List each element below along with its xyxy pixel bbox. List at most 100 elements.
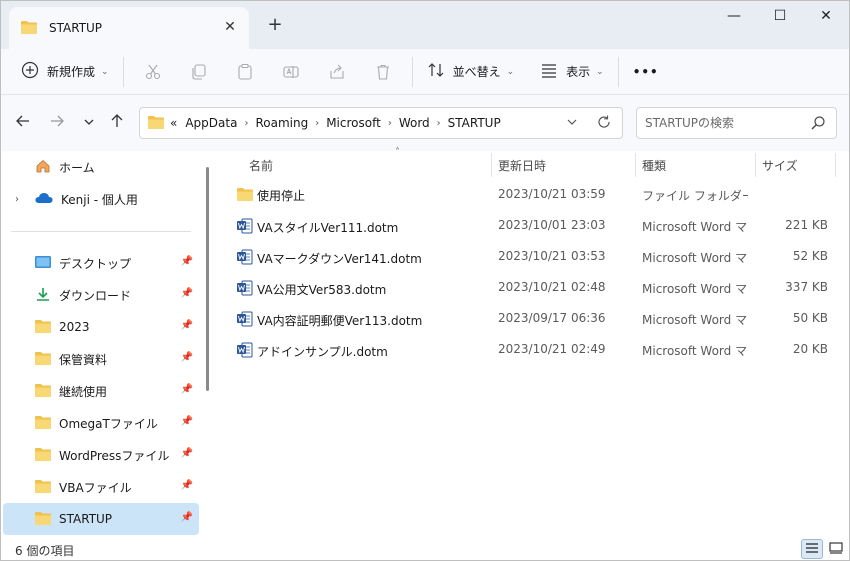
minimize-button[interactable]: —	[711, 1, 757, 33]
forward-button[interactable]	[45, 111, 69, 135]
breadcrumb-startup[interactable]: STARTUP	[448, 116, 501, 130]
sidebar-item-continued[interactable]: 継続使用 📌	[3, 375, 199, 407]
column-header-type[interactable]: 種類	[642, 151, 752, 179]
folder-icon	[35, 351, 51, 368]
view-list-icon	[540, 61, 558, 82]
address-bar[interactable]: « AppData › Roaming › Microsoft › Word ›…	[139, 107, 623, 139]
cut-icon[interactable]	[138, 57, 168, 87]
breadcrumb-separator[interactable]: ›	[244, 118, 248, 129]
column-divider[interactable]	[835, 153, 836, 177]
breadcrumb-separator[interactable]: ›	[315, 118, 319, 129]
sidebar-item-desktop[interactable]: デスクトップ 📌	[3, 247, 199, 279]
table-row[interactable]: VA公用文Ver583.dotm 2023/10/21 02:48 Micros…	[233, 273, 833, 303]
divider	[617, 56, 619, 87]
file-name: VAスタイルVer111.dotm	[257, 221, 399, 235]
sidebar-item-2023[interactable]: 2023 📌	[3, 311, 199, 343]
breadcrumb-word[interactable]: Word	[399, 116, 430, 130]
table-row[interactable]: VAスタイルVer111.dotm 2023/10/01 23:03 Micro…	[233, 211, 833, 241]
chevron-down-icon: ⌄	[101, 66, 109, 77]
table-row[interactable]: VA内容証明郵便Ver113.dotm 2023/09/17 06:36 Mic…	[233, 304, 833, 334]
plus-circle-icon	[21, 61, 39, 82]
file-type: Microsoft Word マ...	[642, 313, 748, 327]
word-template-icon	[237, 218, 253, 237]
sidebar-item-omegat[interactable]: OmegaTファイル 📌	[3, 407, 199, 439]
file-name: アドインサンプル.dotm	[257, 345, 388, 359]
address-dropdown-icon[interactable]	[566, 116, 578, 131]
file-name-cell: 使用停止	[237, 187, 487, 204]
scrollbar-thumb[interactable]	[206, 167, 209, 391]
new-button[interactable]: 新規作成 ⌄	[13, 56, 117, 88]
status-bar: 6 個の項目	[1, 536, 849, 560]
file-name-cell: VAスタイルVer111.dotm	[237, 218, 487, 237]
rename-icon[interactable]	[276, 57, 306, 87]
breadcrumb-appdata[interactable]: AppData	[185, 116, 237, 130]
sidebar-scrollbar[interactable]	[205, 151, 211, 536]
pin-icon[interactable]: 📌	[181, 448, 193, 459]
table-row[interactable]: VAマークダウンVer141.dotm 2023/10/21 03:53 Mic…	[233, 242, 833, 272]
tiles-view-button[interactable]	[825, 539, 847, 559]
maximize-button[interactable]: ☐	[757, 1, 803, 33]
search-box[interactable]	[636, 107, 837, 139]
pin-icon[interactable]: 📌	[181, 384, 193, 395]
details-view-button[interactable]	[801, 539, 823, 559]
sidebar-item-wordpress[interactable]: WordPressファイル 📌	[3, 439, 199, 471]
breadcrumb-roaming[interactable]: Roaming	[255, 116, 308, 130]
arrow-up-icon	[109, 113, 125, 133]
arrow-right-icon	[49, 113, 65, 133]
paste-icon[interactable]	[230, 57, 260, 87]
tab-close-icon[interactable]: ✕	[221, 18, 239, 36]
pin-icon[interactable]: 📌	[181, 416, 193, 427]
pin-icon[interactable]: 📌	[181, 256, 193, 267]
search-input[interactable]	[645, 114, 805, 132]
back-button[interactable]	[11, 111, 35, 135]
file-type: ファイル フォルダー	[642, 189, 748, 203]
chevron-right-icon[interactable]: ›	[15, 194, 19, 205]
search-icon[interactable]	[810, 115, 826, 134]
column-divider[interactable]	[491, 153, 492, 177]
pin-icon[interactable]: 📌	[181, 512, 193, 523]
pin-icon[interactable]: 📌	[181, 320, 193, 331]
column-divider[interactable]	[635, 153, 636, 177]
tiles-view-icon	[829, 541, 843, 557]
breadcrumb-microsoft[interactable]: Microsoft	[326, 116, 381, 130]
new-tab-button[interactable]: +	[263, 13, 287, 37]
column-header-size[interactable]: サイズ	[762, 151, 832, 179]
tab-startup[interactable]: STARTUP ✕	[9, 7, 249, 49]
up-button[interactable]	[105, 111, 129, 135]
sidebar-item-onedrive[interactable]: › Kenji - 個人用	[3, 183, 199, 215]
breadcrumb-separator[interactable]: ›	[388, 118, 392, 129]
column-divider[interactable]	[755, 153, 756, 177]
pin-icon[interactable]: 📌	[181, 480, 193, 491]
sidebar-item-archive[interactable]: 保管資料 📌	[3, 343, 199, 375]
breadcrumb-separator[interactable]: ›	[437, 118, 441, 129]
table-row[interactable]: 使用停止 2023/10/21 03:59 ファイル フォルダー	[233, 180, 833, 210]
sidebar-item-downloads[interactable]: ダウンロード 📌	[3, 279, 199, 311]
copy-icon[interactable]	[184, 57, 214, 87]
folder-icon	[237, 187, 253, 204]
more-options-button[interactable]: •••	[625, 56, 667, 88]
delete-icon[interactable]	[368, 57, 398, 87]
column-header-date[interactable]: 更新日時	[498, 151, 628, 179]
view-button[interactable]: 表示 ⌄	[532, 56, 612, 88]
pin-icon[interactable]: 📌	[181, 352, 193, 363]
pin-icon[interactable]: 📌	[181, 288, 193, 299]
share-icon[interactable]	[322, 57, 352, 87]
sort-ascending-icon: ˄	[395, 147, 400, 158]
word-template-icon	[237, 280, 253, 299]
sort-button[interactable]: 並べ替え ⌄	[419, 56, 523, 88]
address-row: « AppData › Roaming › Microsoft › Word ›…	[1, 95, 849, 151]
file-name-cell: アドインサンプル.dotm	[237, 342, 487, 361]
file-list: 名前 ˄ 更新日時 種類 サイズ 使用停止 2023/10/21 03:59 フ…	[217, 147, 849, 536]
close-button[interactable]: ✕	[803, 1, 849, 33]
sidebar-item-home[interactable]: ホーム	[3, 151, 199, 183]
refresh-icon[interactable]	[596, 114, 612, 134]
table-row[interactable]: アドインサンプル.dotm 2023/10/21 02:49 Microsoft…	[233, 335, 833, 365]
command-bar: 新規作成 ⌄ 並べ替え ⌄ 表示 ⌄ •••	[1, 49, 849, 95]
column-header-label: 種類	[642, 158, 667, 173]
column-header-name[interactable]: 名前 ˄	[249, 147, 489, 179]
recent-locations-button[interactable]	[77, 111, 101, 135]
sidebar-item-vba[interactable]: VBAファイル 📌	[3, 471, 199, 503]
breadcrumb-overflow[interactable]: «	[170, 116, 177, 130]
file-type: Microsoft Word マ...	[642, 344, 748, 358]
sidebar-item-startup[interactable]: STARTUP 📌	[3, 503, 199, 535]
